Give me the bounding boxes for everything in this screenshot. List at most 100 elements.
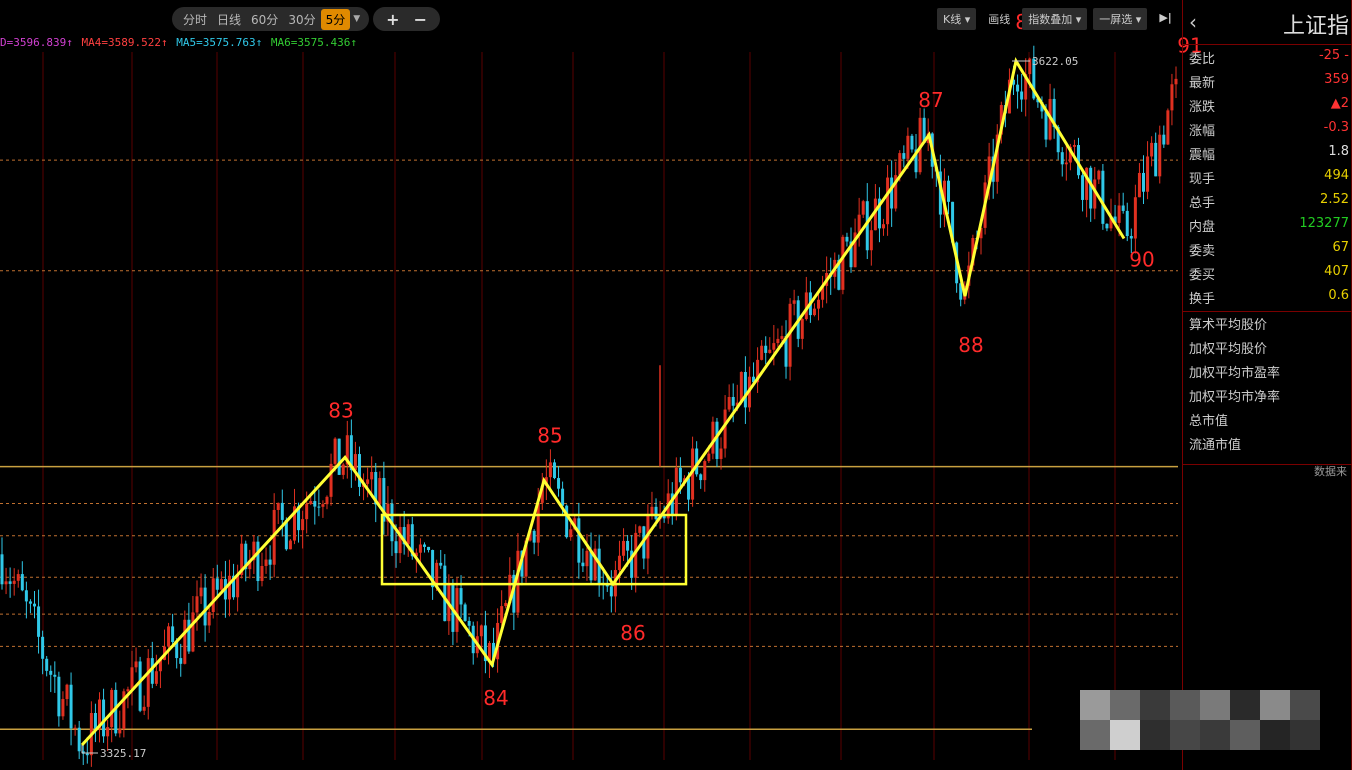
candle-body (398, 527, 402, 554)
candle-body (1166, 110, 1170, 145)
candle-body (357, 454, 361, 487)
watermark-mosaic (1080, 690, 1320, 750)
candle-body (4, 581, 8, 585)
chevron-down-icon[interactable]: ▼ (350, 14, 363, 24)
candle-body (1064, 162, 1068, 165)
mosaic-cell (1110, 690, 1140, 720)
zoom-in-button[interactable]: + (379, 10, 406, 29)
stat-row[interactable]: 算术平均股价 (1183, 314, 1352, 338)
wave-label-88: 88 (958, 333, 983, 357)
candle-body (309, 501, 313, 504)
wave-label-83: 83 (328, 398, 353, 422)
stat-row[interactable]: 加权平均市盈率 (1183, 362, 1352, 386)
candle-body (256, 541, 260, 582)
candle-body (910, 135, 914, 150)
expand-icon[interactable]: ▶| (1153, 8, 1177, 30)
ma-value-4: MA6=3575.436↑ (270, 36, 358, 49)
period-tab-5m[interactable]: 5分 (320, 8, 351, 30)
candle-body (622, 540, 626, 556)
ma-value-3: MA5=3575.763↑ (176, 36, 263, 49)
candle-body (1020, 91, 1024, 100)
quote-value: 0.6 (1328, 288, 1349, 303)
back-icon[interactable]: ‹ (1189, 10, 1197, 34)
wave-label-90: 90 (1129, 248, 1154, 272)
quote-row: 震幅 1.8 (1183, 141, 1352, 165)
candle-body (548, 462, 552, 478)
candle-body (1150, 142, 1154, 157)
candle-body (427, 546, 431, 551)
candle-body (800, 319, 804, 339)
sidebar-header: ‹ 上证指 (1183, 0, 1352, 45)
candle-body (53, 674, 57, 677)
candle-body (687, 478, 691, 500)
quote-value: 67 (1332, 240, 1349, 255)
candle-body (93, 713, 97, 730)
ma-legend: D=3596.839↑ MA4=3589.522↑ MA5=3575.763↑ … (0, 36, 359, 49)
quote-row: 涨跌 ▲2 (1183, 93, 1352, 117)
candle-body (37, 606, 41, 637)
candle-body (280, 502, 284, 520)
wave-label-86: 86 (620, 621, 645, 645)
mosaic-cell (1260, 720, 1290, 750)
right-toolbar: K线 ▾ 画线 指数叠加 ▾ 一屏选 ▾ ▶| (937, 8, 1178, 30)
mosaic-cell (1170, 720, 1200, 750)
candle-body (532, 530, 536, 543)
candle-body (16, 574, 20, 581)
candle-body (215, 578, 219, 590)
kline-chart[interactable]: 8384858687888990913622.053325.17 (0, 0, 1352, 770)
candle-body (1060, 152, 1064, 165)
candle-body (585, 550, 589, 567)
period-tab-60m[interactable]: 60分 (246, 9, 283, 30)
candle-body (1162, 134, 1166, 145)
candle-body (1154, 142, 1158, 177)
stat-row[interactable]: 加权平均市净率 (1183, 386, 1352, 410)
quote-value: 123277 (1299, 216, 1349, 231)
candle-body (459, 588, 463, 605)
period-tab-30m[interactable]: 30分 (283, 9, 320, 30)
candle-body (504, 602, 508, 607)
candle-body (41, 636, 45, 659)
stat-row[interactable]: 流通市值 (1183, 434, 1352, 458)
candle-body (898, 153, 902, 176)
draw-line-button[interactable]: 画线 (982, 8, 1016, 30)
mosaic-cell (1080, 690, 1110, 720)
candle-body (577, 518, 581, 563)
candle-body (861, 201, 865, 215)
candle-body (333, 438, 337, 464)
candle-body (869, 230, 873, 251)
candle-body (552, 462, 556, 479)
candle-body (236, 574, 240, 598)
candle-body (727, 396, 731, 410)
wave-label-84: 84 (483, 686, 508, 710)
candle-body (1044, 111, 1048, 140)
candle-body (418, 544, 422, 553)
candle-body (581, 562, 585, 567)
candle-body (1117, 205, 1121, 223)
period-group: 分时 日线 60分 30分 5分 ▼ (172, 7, 370, 31)
candle-body (366, 479, 370, 484)
candle-body (792, 300, 796, 304)
candle-body (142, 706, 146, 711)
candle-body (626, 540, 630, 551)
stat-row[interactable]: 加权平均股价 (1183, 338, 1352, 362)
period-tab-day[interactable]: 日线 (212, 9, 246, 30)
candle-body (264, 559, 268, 566)
candle-body (699, 474, 703, 481)
zoom-out-button[interactable]: − (407, 10, 434, 29)
wave-label-87: 87 (918, 88, 943, 112)
candle-body (24, 590, 28, 602)
candle-body (146, 658, 150, 707)
kline-dropdown[interactable]: K线 ▾ (937, 8, 977, 30)
mosaic-cell (1230, 690, 1260, 720)
candle-body (406, 524, 410, 545)
candle-body (370, 471, 374, 480)
overlay-dropdown[interactable]: 指数叠加 ▾ (1022, 8, 1088, 30)
stat-row[interactable]: 总市值 (1183, 410, 1352, 434)
stat-list: 算术平均股价 加权平均股价 加权平均市盈率 加权平均市净率 总市值 流通市值 (1183, 314, 1352, 458)
select-dropdown[interactable]: 一屏选 ▾ (1093, 8, 1148, 30)
quote-row: 涨幅 -0.3 (1183, 117, 1352, 141)
period-tab-time[interactable]: 分时 (178, 9, 212, 30)
wave-label-85: 85 (537, 423, 562, 447)
mosaic-cell (1110, 720, 1140, 750)
candle-body (947, 180, 951, 202)
